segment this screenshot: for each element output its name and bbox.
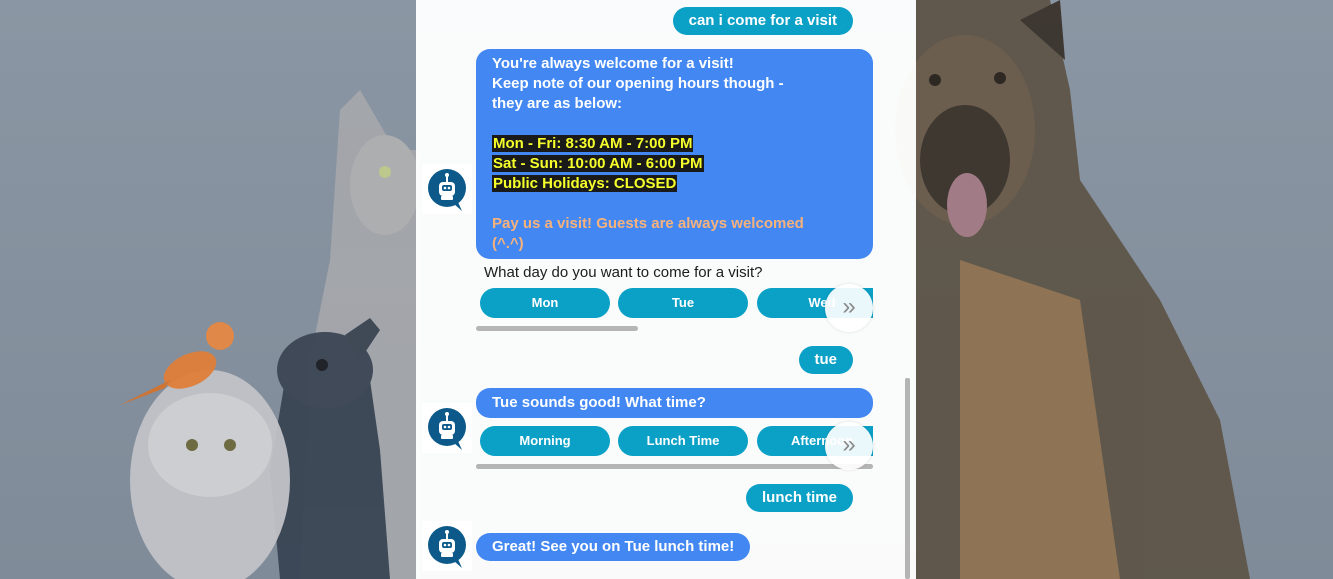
day-option-mon[interactable]: Mon (480, 288, 610, 318)
hours-intro-line: Keep note of our opening hours though - (492, 75, 784, 92)
user-message-visit: can i come for a visit (672, 7, 853, 35)
hours-intro-line: You're always welcome for a visit! (492, 55, 734, 72)
double-chevron-right-icon: » (842, 431, 856, 458)
chatbot-robot-icon (428, 408, 466, 450)
time-option-morning[interactable]: Morning (480, 426, 610, 456)
chatbot-robot-icon (428, 169, 466, 211)
day-options-scrollbar[interactable] (476, 326, 873, 331)
hours-weekday: Mon - Fri: 8:30 AM - 7:00 PM (492, 135, 694, 152)
time-options-scroll-thumb[interactable] (476, 464, 873, 469)
bot-avatar (422, 164, 472, 214)
day-prompt: What day do you want to come for a visit… (484, 264, 763, 281)
bot-avatar (422, 403, 472, 453)
day-option-tue[interactable]: Tue (618, 288, 748, 318)
day-options-next-button[interactable]: » (825, 284, 873, 332)
time-options-scrollbar[interactable] (476, 464, 873, 469)
hours-intro-line: they are as below: (492, 95, 623, 112)
dog (895, 0, 1250, 579)
user-message-day: tue (798, 346, 853, 374)
bot-message-confirm-text: Great! See you on Tue lunch time! (492, 538, 735, 555)
time-option-lunch[interactable]: Lunch Time (618, 426, 748, 456)
hours-holidays: Public Holidays: CLOSED (492, 175, 678, 192)
hours-closing-line: Pay us a visit! Guests are always welcom… (492, 215, 804, 232)
double-chevron-right-icon: » (842, 293, 856, 320)
bot-avatar (422, 521, 472, 571)
chatbot-robot-icon (428, 526, 466, 568)
time-options-carousel[interactable]: Morning Lunch Time Afternoon (476, 426, 873, 460)
time-options-next-button[interactable]: » (825, 422, 873, 470)
user-message-time: lunch time (745, 484, 853, 512)
bot-message-hours: You're always welcome for a visit! Keep … (476, 49, 873, 259)
bot-message-confirm: Great! See you on Tue lunch time! (476, 533, 751, 561)
hours-closing-emoticon: (^.^) (492, 235, 524, 252)
day-options-carousel[interactable]: Mon Tue Wed (476, 288, 873, 322)
chat-scrollbar[interactable] (905, 378, 910, 579)
cat-persian (130, 370, 290, 579)
bot-message-time: Tue sounds good! What time? (476, 388, 873, 418)
bot-message-time-text: Tue sounds good! What time? (492, 394, 706, 411)
day-options-scroll-thumb[interactable] (476, 326, 638, 331)
hours-weekend: Sat - Sun: 10:00 AM - 6:00 PM (492, 155, 704, 172)
